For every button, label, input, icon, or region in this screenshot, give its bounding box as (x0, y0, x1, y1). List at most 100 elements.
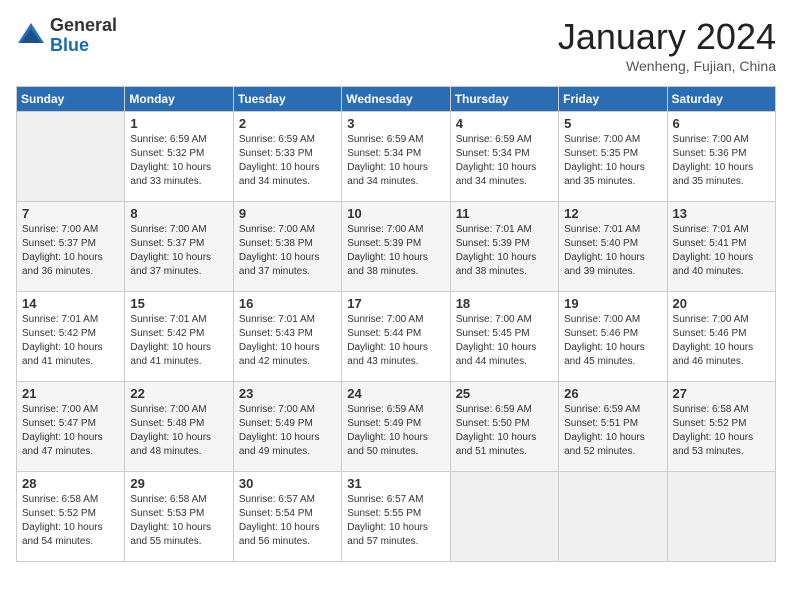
calendar-cell (450, 472, 558, 562)
calendar-cell: 18Sunrise: 7:00 AMSunset: 5:45 PMDayligh… (450, 292, 558, 382)
calendar-cell: 27Sunrise: 6:58 AMSunset: 5:52 PMDayligh… (667, 382, 775, 472)
calendar-cell: 28 Sunrise: 6:58 AMSunset: 5:52 PMDayligh… (17, 472, 125, 562)
day-info: Sunrise: 6:59 AMSunset: 5:49 PMDaylight:… (347, 403, 444, 459)
calendar-cell: 15 Sunrise: 7:01 AMSunset: 5:42 PMDayligh… (125, 292, 233, 382)
calendar-cell: 13 Sunrise: 7:01 AMSunset: 5:41 PMDayligh… (667, 202, 775, 292)
calendar-cell: 24 Sunrise: 6:59 AMSunset: 5:49 PMDayligh… (342, 382, 450, 472)
calendar-cell: 19 Sunrise: 7:00 AMSunset: 5:46 PMDayligh… (559, 292, 667, 382)
calendar-cell: 30 Sunrise: 6:57 AMSunset: 5:54 PMDayligh… (233, 472, 341, 562)
day-number: 30 (239, 476, 336, 491)
day-info: Sunrise: 6:58 AMSunset: 5:52 PMDaylight:… (22, 493, 119, 549)
day-info: Sunrise: 7:00 AMSunset: 5:38 PMDaylight:… (239, 223, 336, 279)
day-info: Sunrise: 7:00 AMSunset: 5:36 PMDaylight:… (673, 133, 770, 189)
calendar-cell (17, 112, 125, 202)
day-number: 15 (130, 296, 227, 311)
calendar-cell: 20Sunrise: 7:00 AMSunset: 5:46 PMDayligh… (667, 292, 775, 382)
calendar-cell: 25 Sunrise: 6:59 AMSunset: 5:50 PMDayligh… (450, 382, 558, 472)
day-number: 19 (564, 296, 661, 311)
day-info: Sunrise: 7:00 AMSunset: 5:44 PMDaylight:… (347, 313, 444, 369)
calendar-week-row: 7 Sunrise: 7:00 AMSunset: 5:37 PMDaylight… (17, 202, 776, 292)
logo: General Blue (16, 16, 117, 56)
logo-icon (16, 21, 46, 51)
day-number: 6 (673, 116, 770, 131)
day-number: 28 (22, 476, 119, 491)
day-info: Sunrise: 7:00 AMSunset: 5:46 PMDaylight:… (564, 313, 661, 369)
day-number: 16 (239, 296, 336, 311)
weekday-header: Tuesday (233, 87, 341, 112)
day-info: Sunrise: 7:00 AMSunset: 5:47 PMDaylight:… (22, 403, 119, 459)
calendar-cell: 1 Sunrise: 6:59 AMSunset: 5:32 PMDaylight… (125, 112, 233, 202)
day-number: 25 (456, 386, 553, 401)
day-number: 10 (347, 206, 444, 221)
day-number: 21 (22, 386, 119, 401)
day-info: Sunrise: 6:59 AMSunset: 5:50 PMDaylight:… (456, 403, 553, 459)
day-info: Sunrise: 6:57 AMSunset: 5:54 PMDaylight:… (239, 493, 336, 549)
day-info: Sunrise: 6:58 AMSunset: 5:53 PMDaylight:… (130, 493, 227, 549)
calendar-header: SundayMondayTuesdayWednesdayThursdayFrid… (17, 87, 776, 112)
day-number: 27 (673, 386, 770, 401)
day-info: Sunrise: 7:01 AMSunset: 5:43 PMDaylight:… (239, 313, 336, 369)
day-number: 23 (239, 386, 336, 401)
calendar-table: SundayMondayTuesdayWednesdayThursdayFrid… (16, 86, 776, 562)
day-info: Sunrise: 7:01 AMSunset: 5:40 PMDaylight:… (564, 223, 661, 279)
day-number: 24 (347, 386, 444, 401)
calendar-cell (559, 472, 667, 562)
calendar-cell: 5Sunrise: 7:00 AMSunset: 5:35 PMDaylight… (559, 112, 667, 202)
day-info: Sunrise: 7:00 AMSunset: 5:49 PMDaylight:… (239, 403, 336, 459)
calendar-cell: 6 Sunrise: 7:00 AMSunset: 5:36 PMDaylight… (667, 112, 775, 202)
day-number: 4 (456, 116, 553, 131)
calendar-cell: 9 Sunrise: 7:00 AMSunset: 5:38 PMDaylight… (233, 202, 341, 292)
calendar-cell: 11 Sunrise: 7:01 AMSunset: 5:39 PMDayligh… (450, 202, 558, 292)
calendar-title: January 2024 (558, 16, 776, 58)
calendar-cell: 3Sunrise: 6:59 AMSunset: 5:34 PMDaylight… (342, 112, 450, 202)
calendar-cell: 12 Sunrise: 7:01 AMSunset: 5:40 PMDayligh… (559, 202, 667, 292)
day-number: 7 (22, 206, 119, 221)
day-number: 26 (564, 386, 661, 401)
day-info: Sunrise: 7:00 AMSunset: 5:37 PMDaylight:… (130, 223, 227, 279)
day-number: 2 (239, 116, 336, 131)
day-info: Sunrise: 6:59 AMSunset: 5:34 PMDaylight:… (456, 133, 553, 189)
weekday-header: Wednesday (342, 87, 450, 112)
day-info: Sunrise: 7:01 AMSunset: 5:42 PMDaylight:… (22, 313, 119, 369)
calendar-cell: 2Sunrise: 6:59 AMSunset: 5:33 PMDaylight… (233, 112, 341, 202)
day-number: 5 (564, 116, 661, 131)
calendar-subtitle: Wenheng, Fujian, China (558, 58, 776, 74)
day-number: 1 (130, 116, 227, 131)
day-number: 12 (564, 206, 661, 221)
weekday-header: Friday (559, 87, 667, 112)
day-info: Sunrise: 6:59 AMSunset: 5:32 PMDaylight:… (130, 133, 227, 189)
day-info: Sunrise: 6:59 AMSunset: 5:51 PMDaylight:… (564, 403, 661, 459)
weekday-header: Thursday (450, 87, 558, 112)
weekday-header: Sunday (17, 87, 125, 112)
logo-text: General Blue (50, 16, 117, 56)
calendar-cell: 14 Sunrise: 7:01 AMSunset: 5:42 PMDayligh… (17, 292, 125, 382)
day-number: 22 (130, 386, 227, 401)
day-info: Sunrise: 7:00 AMSunset: 5:37 PMDaylight:… (22, 223, 119, 279)
day-number: 9 (239, 206, 336, 221)
day-info: Sunrise: 7:01 AMSunset: 5:39 PMDaylight:… (456, 223, 553, 279)
calendar-cell: 16 Sunrise: 7:01 AMSunset: 5:43 PMDayligh… (233, 292, 341, 382)
day-info: Sunrise: 7:01 AMSunset: 5:41 PMDaylight:… (673, 223, 770, 279)
calendar-cell: 10 Sunrise: 7:00 AMSunset: 5:39 PMDayligh… (342, 202, 450, 292)
day-number: 13 (673, 206, 770, 221)
weekday-header: Monday (125, 87, 233, 112)
calendar-cell (667, 472, 775, 562)
day-info: Sunrise: 6:59 AMSunset: 5:34 PMDaylight:… (347, 133, 444, 189)
day-number: 11 (456, 206, 553, 221)
calendar-cell: 21 Sunrise: 7:00 AMSunset: 5:47 PMDayligh… (17, 382, 125, 472)
title-block: January 2024 Wenheng, Fujian, China (558, 16, 776, 74)
day-info: Sunrise: 7:00 AMSunset: 5:39 PMDaylight:… (347, 223, 444, 279)
day-number: 29 (130, 476, 227, 491)
day-info: Sunrise: 7:00 AMSunset: 5:48 PMDaylight:… (130, 403, 227, 459)
day-info: Sunrise: 7:01 AMSunset: 5:42 PMDaylight:… (130, 313, 227, 369)
logo-blue: Blue (50, 35, 89, 55)
day-info: Sunrise: 7:00 AMSunset: 5:45 PMDaylight:… (456, 313, 553, 369)
day-number: 17 (347, 296, 444, 311)
calendar-cell: 23 Sunrise: 7:00 AMSunset: 5:49 PMDayligh… (233, 382, 341, 472)
calendar-cell: 29 Sunrise: 6:58 AMSunset: 5:53 PMDayligh… (125, 472, 233, 562)
day-number: 14 (22, 296, 119, 311)
calendar-week-row: 14 Sunrise: 7:01 AMSunset: 5:42 PMDayligh… (17, 292, 776, 382)
calendar-week-row: 28 Sunrise: 6:58 AMSunset: 5:52 PMDayligh… (17, 472, 776, 562)
day-number: 8 (130, 206, 227, 221)
day-info: Sunrise: 6:57 AMSunset: 5:55 PMDaylight:… (347, 493, 444, 549)
